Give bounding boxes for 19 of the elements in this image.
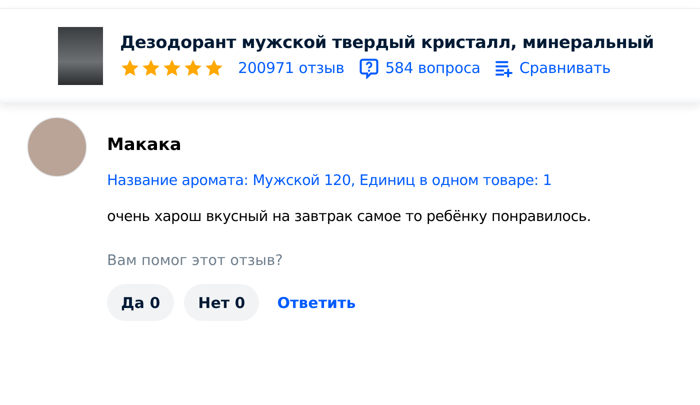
star-icon	[162, 58, 182, 78]
star-icon	[120, 58, 140, 78]
product-options: Название аромата: Мужской 120, Единиц в одном товаре: 1	[107, 173, 591, 189]
star-icon	[204, 58, 224, 78]
vote-button[interactable]: Нет 0	[184, 284, 260, 321]
question-bubble-icon	[358, 57, 380, 79]
product-title: Дезодорант мужской твердый кристалл, минеральный	[120, 33, 654, 53]
compare-link[interactable]: Сравнивать	[494, 58, 611, 78]
reviews-link[interactable]: 200971 отзыв	[238, 59, 344, 77]
reply-link[interactable]: Ответить	[277, 294, 356, 312]
list-plus-icon	[494, 58, 514, 78]
star-icon	[183, 58, 203, 78]
vote-button[interactable]: Да 0	[107, 284, 174, 321]
questions-link[interactable]: 584 вопроса	[358, 57, 480, 79]
product-photo-placeholder	[58, 27, 103, 85]
helpful-question: Вам помог этот отзыв?	[107, 253, 284, 269]
star-icon	[141, 58, 161, 78]
author-name: Макака	[107, 135, 182, 155]
review-text: очень харош вкусный на завтрак самое то ребёнку понравилось.	[107, 209, 591, 225]
